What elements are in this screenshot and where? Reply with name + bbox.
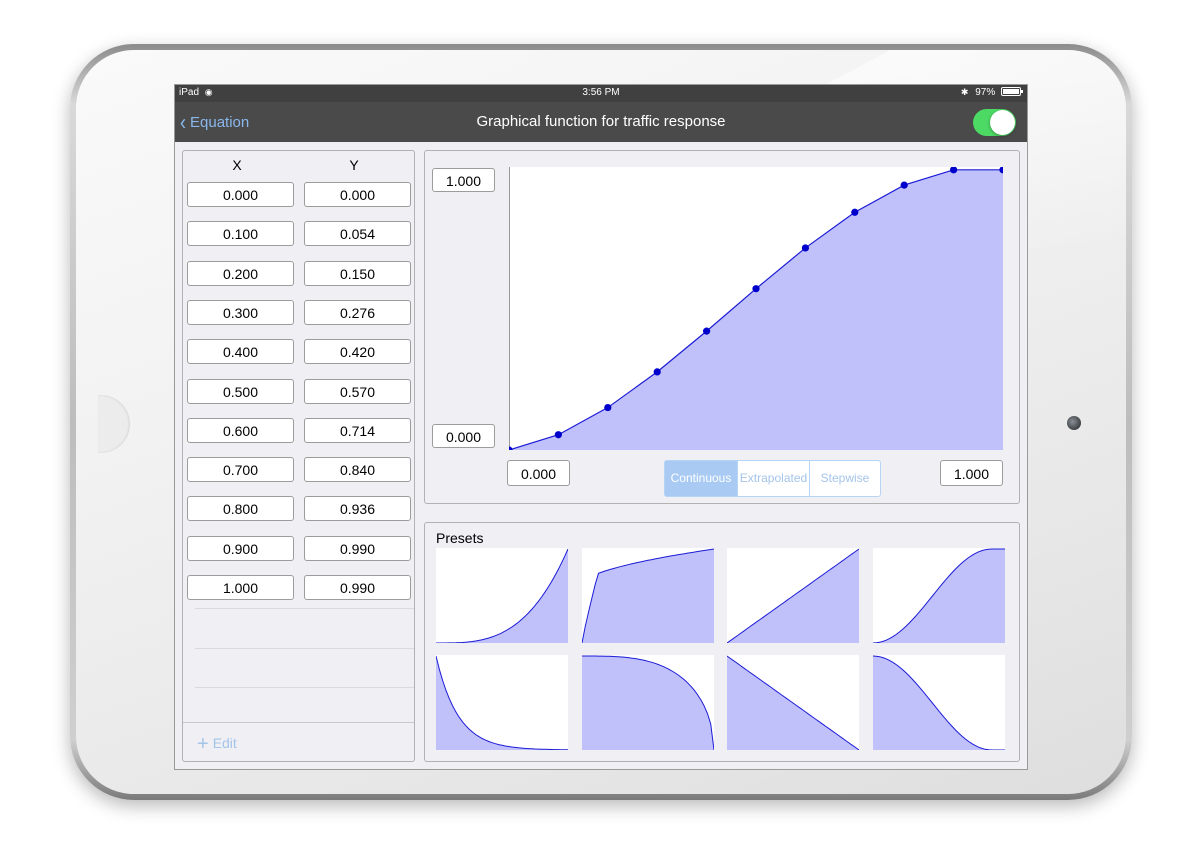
xy-table-panel: X Y 0.000 0.000 0.100 0.054 0.200 0.150 0.300 0… (182, 150, 415, 762)
x-value-field[interactable]: 0.100 (187, 221, 294, 247)
preset-logarithmic-growth[interactable] (581, 548, 714, 643)
preset-exponential-decay[interactable] (436, 655, 568, 750)
x-column-header: X (232, 157, 242, 173)
status-bar: iPad ◉ 3:56 PM ✱ 97% (175, 85, 1027, 102)
preset-s-curve-decrease[interactable] (873, 655, 1006, 750)
data-point-4[interactable] (703, 327, 711, 335)
preset-linear-decrease[interactable] (727, 655, 860, 750)
x-min-field[interactable]: 0.000 (507, 460, 570, 486)
enable-toggle[interactable] (973, 109, 1016, 136)
x-value-field[interactable]: 0.700 (187, 457, 294, 483)
preset-s-curve-increase[interactable] (873, 548, 1006, 643)
y-max-field[interactable]: 1.000 (432, 168, 495, 192)
empty-row-separator (195, 648, 414, 649)
preset-linear-increase[interactable] (727, 548, 860, 643)
x-value-field[interactable]: 0.200 (187, 260, 294, 286)
empty-row-separator (195, 608, 414, 609)
empty-row-separator (195, 687, 414, 688)
x-value-field[interactable]: 0.300 (187, 299, 294, 325)
data-point-5[interactable] (752, 285, 760, 293)
status-time: 3:56 PM (582, 87, 620, 98)
y-value-field[interactable]: 0.714 (304, 417, 411, 443)
y-value-field[interactable]: 0.570 (304, 378, 411, 404)
y-value-field[interactable]: 0.840 (304, 457, 411, 483)
preset-exponential-growth[interactable] (436, 548, 568, 643)
page-title: Graphical function for traffic response (476, 113, 726, 130)
x-value-field[interactable]: 0.800 (187, 496, 294, 522)
data-point-7[interactable] (851, 208, 859, 216)
data-point-8[interactable] (900, 181, 908, 189)
edit-button[interactable]: + Edit (197, 733, 237, 756)
y-value-field[interactable]: 0.420 (304, 339, 411, 365)
battery-icon (1001, 87, 1023, 96)
presets-title: Presets (436, 530, 484, 546)
screen: iPad ◉ 3:56 PM ✱ 97% ‹ Equation Graphical… (174, 84, 1028, 770)
mode-stepwise[interactable]: Stepwise (810, 461, 880, 496)
data-point-1[interactable] (554, 431, 562, 439)
mode-continuous[interactable]: Continuous (665, 461, 737, 496)
x-max-field[interactable]: 1.000 (940, 460, 1003, 486)
data-point-6[interactable] (801, 244, 809, 252)
edit-label: Edit (212, 735, 237, 751)
y-value-field[interactable]: 0.150 (304, 260, 411, 286)
y-value-field[interactable]: 0.054 (304, 221, 411, 247)
y-value-field[interactable]: 0.936 (304, 496, 411, 522)
x-value-field[interactable]: 0.000 (187, 182, 294, 207)
presets-panel: Presets (424, 522, 1020, 762)
data-point-2[interactable] (604, 403, 612, 412)
y-value-field[interactable]: 0.276 (304, 299, 411, 325)
interpolation-mode-control: Continuous Extrapolated Stepwise (664, 460, 881, 497)
toggle-knob (990, 110, 1015, 135)
graph-panel: 1.000 0.000 0.000 1.000 Continuous Extra… (424, 150, 1020, 504)
edit-toolbar: + Edit (183, 722, 414, 761)
y-value-field[interactable]: 0.990 (304, 535, 411, 561)
camera-icon (1067, 416, 1081, 430)
data-point-3[interactable] (653, 368, 661, 376)
bluetooth-icon: ✱ (960, 87, 969, 97)
mode-extrapolated[interactable]: Extrapolated (737, 461, 810, 496)
y-value-field[interactable]: 0.000 (304, 182, 411, 207)
preset-concave-decline[interactable] (581, 655, 714, 750)
y-value-field[interactable]: 0.990 (304, 575, 411, 600)
navigation-bar: ‹ Equation Graphical function for traffic… (175, 102, 1027, 142)
y-column-header: Y (349, 157, 359, 173)
x-value-field[interactable]: 0.600 (187, 417, 294, 443)
x-value-field[interactable]: 0.400 (187, 339, 294, 365)
y-min-field[interactable]: 0.000 (432, 424, 495, 448)
battery-percent: 97% (975, 87, 996, 98)
plus-icon: + (197, 733, 209, 755)
x-value-field[interactable]: 1.000 (187, 575, 294, 600)
x-value-field[interactable]: 0.900 (187, 535, 294, 561)
x-value-field[interactable]: 0.500 (187, 378, 294, 404)
function-plot[interactable] (509, 167, 1003, 450)
